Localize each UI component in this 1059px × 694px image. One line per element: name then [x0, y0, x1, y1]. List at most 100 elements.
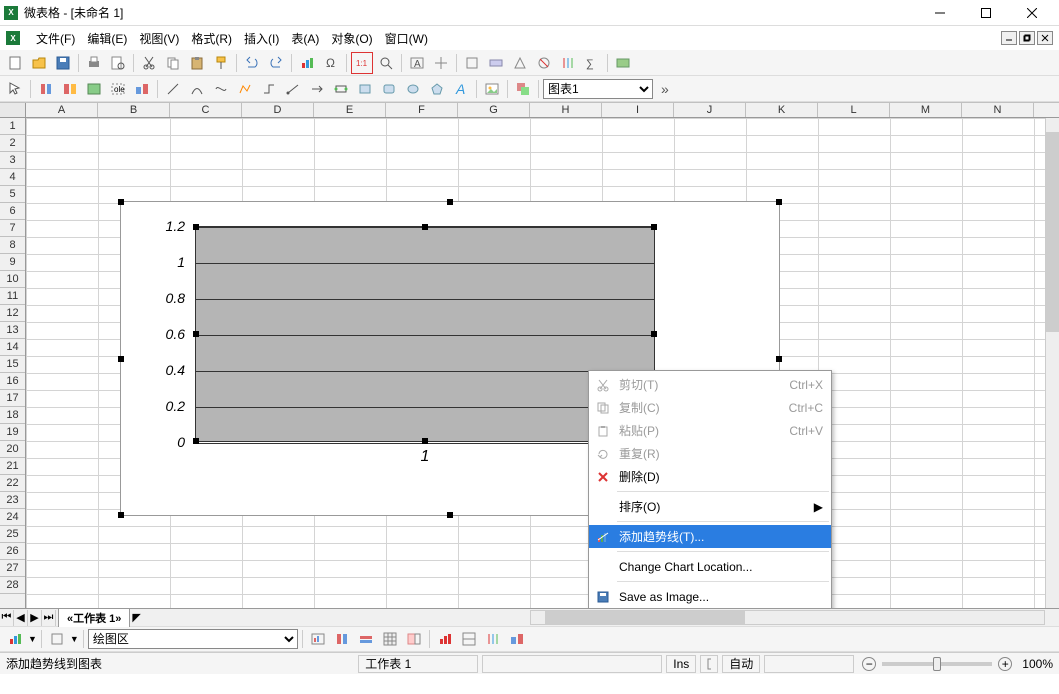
- row-header[interactable]: 15: [0, 356, 25, 373]
- text-tool[interactable]: A: [450, 78, 472, 100]
- zoom-fit-button[interactable]: [375, 52, 397, 74]
- line-tool[interactable]: [162, 78, 184, 100]
- chart-selector[interactable]: 图表1: [543, 79, 653, 99]
- cb-6[interactable]: [434, 628, 456, 650]
- chart-type-button[interactable]: [4, 628, 26, 650]
- print-preview-button[interactable]: [107, 52, 129, 74]
- statusbar-auto[interactable]: 自动: [722, 655, 760, 673]
- row-header[interactable]: 27: [0, 560, 25, 577]
- draw-tool-3[interactable]: [83, 78, 105, 100]
- grid-button[interactable]: [430, 52, 452, 74]
- textbox-button[interactable]: A: [406, 52, 428, 74]
- rect-tool[interactable]: [354, 78, 376, 100]
- connector-tool-1[interactable]: [258, 78, 280, 100]
- cb-9[interactable]: [506, 628, 528, 650]
- polygon-tool[interactable]: [426, 78, 448, 100]
- print-button[interactable]: [83, 52, 105, 74]
- row-header[interactable]: 19: [0, 424, 25, 441]
- row-header[interactable]: 12: [0, 305, 25, 322]
- row-header[interactable]: 24: [0, 509, 25, 526]
- plot-area-selector[interactable]: 绘图区: [88, 629, 298, 649]
- column-header[interactable]: C: [170, 103, 242, 117]
- row-header[interactable]: 7: [0, 220, 25, 237]
- menu-view[interactable]: 视图(V): [133, 28, 185, 49]
- zoom-slider[interactable]: [882, 662, 992, 666]
- menu-edit[interactable]: 编辑(E): [81, 28, 133, 49]
- more-icon[interactable]: »: [661, 81, 669, 97]
- cm-sort[interactable]: 排序(O)▶: [589, 495, 831, 518]
- row-header[interactable]: 25: [0, 526, 25, 543]
- column-header[interactable]: F: [386, 103, 458, 117]
- row-header[interactable]: 14: [0, 339, 25, 356]
- draw-tool-4[interactable]: ole: [107, 78, 129, 100]
- tb-icon-2[interactable]: [485, 52, 507, 74]
- row-header[interactable]: 16: [0, 373, 25, 390]
- open-button[interactable]: [28, 52, 50, 74]
- cb-1[interactable]: [307, 628, 329, 650]
- tb-icon-5[interactable]: [557, 52, 579, 74]
- menu-object[interactable]: 对象(O): [325, 28, 378, 49]
- cb-5[interactable]: [403, 628, 425, 650]
- row-header[interactable]: 11: [0, 288, 25, 305]
- mdi-minimize[interactable]: [1001, 31, 1017, 45]
- tb-icon-1[interactable]: [461, 52, 483, 74]
- row-header[interactable]: 23: [0, 492, 25, 509]
- column-header[interactable]: A: [26, 103, 98, 117]
- row-header[interactable]: 4: [0, 169, 25, 186]
- zoom-level[interactable]: 100%: [1022, 657, 1053, 671]
- column-header[interactable]: E: [314, 103, 386, 117]
- zoom-100-button[interactable]: 1:1: [351, 52, 373, 74]
- copy-button[interactable]: [162, 52, 184, 74]
- draw-tool-2[interactable]: [59, 78, 81, 100]
- maximize-button[interactable]: [963, 0, 1009, 26]
- column-header[interactable]: B: [98, 103, 170, 117]
- row-header[interactable]: 26: [0, 543, 25, 560]
- save-button[interactable]: [52, 52, 74, 74]
- tab-prev[interactable]: ◀: [14, 610, 28, 626]
- row-header[interactable]: 13: [0, 322, 25, 339]
- zoom-in-button[interactable]: +: [998, 657, 1012, 671]
- sheet-tab-1[interactable]: «工作表 1»: [58, 608, 130, 627]
- select-all-corner[interactable]: [0, 103, 26, 117]
- row-header[interactable]: 5: [0, 186, 25, 203]
- menu-file[interactable]: 文件(F): [30, 28, 81, 49]
- cb-2[interactable]: [331, 628, 353, 650]
- curve-tool[interactable]: [186, 78, 208, 100]
- close-button[interactable]: [1009, 0, 1055, 26]
- column-header[interactable]: H: [530, 103, 602, 117]
- cm-delete[interactable]: 删除(D): [589, 465, 831, 488]
- row-header[interactable]: 1: [0, 118, 25, 135]
- draw-tool-1[interactable]: [35, 78, 57, 100]
- column-header[interactable]: L: [818, 103, 890, 117]
- column-header[interactable]: G: [458, 103, 530, 117]
- row-header[interactable]: 3: [0, 152, 25, 169]
- ellipse-tool[interactable]: [402, 78, 424, 100]
- cut-button[interactable]: [138, 52, 160, 74]
- cb-8[interactable]: [482, 628, 504, 650]
- row-header[interactable]: 10: [0, 271, 25, 288]
- connector-tool-3[interactable]: [306, 78, 328, 100]
- row-header[interactable]: 28: [0, 577, 25, 594]
- rounded-rect-tool[interactable]: [378, 78, 400, 100]
- column-header[interactable]: D: [242, 103, 314, 117]
- select-tool[interactable]: [4, 78, 26, 100]
- freeform-tool[interactable]: [210, 78, 232, 100]
- tab-next[interactable]: ▶: [28, 610, 42, 626]
- draw-tool-5[interactable]: [131, 78, 153, 100]
- row-header[interactable]: 2: [0, 135, 25, 152]
- menu-insert[interactable]: 插入(I): [238, 28, 285, 49]
- menu-format[interactable]: 格式(R): [185, 28, 238, 49]
- row-header[interactable]: 21: [0, 458, 25, 475]
- column-header[interactable]: J: [674, 103, 746, 117]
- cb-4[interactable]: [379, 628, 401, 650]
- row-header[interactable]: 22: [0, 475, 25, 492]
- chart-button[interactable]: [296, 52, 318, 74]
- connector-tool-2[interactable]: [282, 78, 304, 100]
- menu-table[interactable]: 表(A): [285, 28, 325, 49]
- row-header[interactable]: 9: [0, 254, 25, 271]
- tab-first[interactable]: ⏮: [0, 610, 14, 626]
- column-header[interactable]: N: [962, 103, 1034, 117]
- chart-element-button[interactable]: [46, 628, 68, 650]
- zoom-out-button[interactable]: −: [862, 657, 876, 671]
- cm-add-trendline[interactable]: 添加趋势线(T)...: [589, 525, 831, 548]
